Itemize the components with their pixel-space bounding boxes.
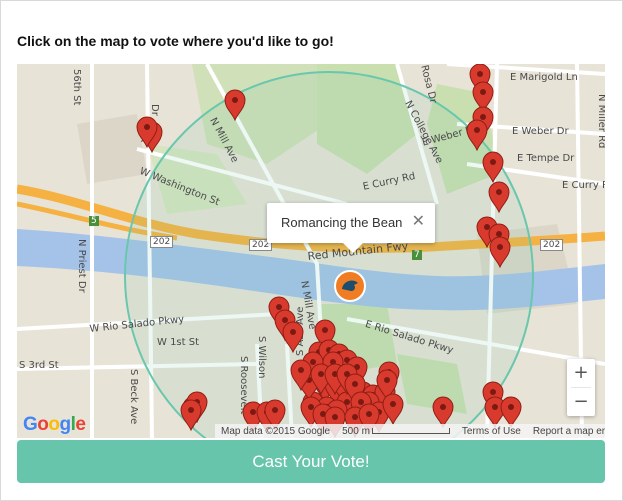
vote-pins-layer[interactable] (17, 64, 605, 438)
vote-pin[interactable] (282, 321, 304, 354)
vote-pin[interactable] (488, 181, 510, 214)
vote-pin[interactable] (489, 236, 511, 269)
map-attribution: Map data ©2015 Google 500 m Terms of Use… (215, 424, 605, 438)
scale-text: 500 m (342, 425, 370, 437)
zoom-out-button[interactable]: − (567, 388, 595, 416)
popup-title: Romancing the Bean (281, 215, 403, 230)
cast-vote-button[interactable]: Cast Your Vote! (17, 440, 605, 483)
vote-pin[interactable] (500, 396, 522, 429)
scale-line (371, 427, 450, 434)
zoom-control: + − (567, 359, 595, 416)
map-data-text: Map data ©2015 Google (221, 425, 331, 437)
vote-pin[interactable] (224, 89, 246, 122)
vote-pin[interactable] (482, 151, 504, 184)
info-popup: Romancing the Bean ✕ (267, 203, 435, 253)
google-logo: Google (23, 414, 86, 435)
terms-link[interactable]: Terms of Use (456, 426, 527, 437)
zoom-in-button[interactable]: + (567, 359, 595, 387)
instruction-text: Click on the map to vote where you'd lik… (17, 33, 334, 49)
selected-location-marker[interactable] (333, 269, 367, 303)
close-icon[interactable]: ✕ (412, 211, 425, 231)
vote-pin[interactable] (466, 119, 488, 152)
report-link[interactable]: Report a map error (527, 426, 605, 437)
scale-bar: 500 m (336, 426, 456, 437)
map-canvas[interactable]: 56th St N Mill Ave W Washington St E Cur… (17, 64, 605, 438)
vote-pin[interactable] (180, 399, 202, 432)
vote-pin[interactable] (432, 396, 454, 429)
